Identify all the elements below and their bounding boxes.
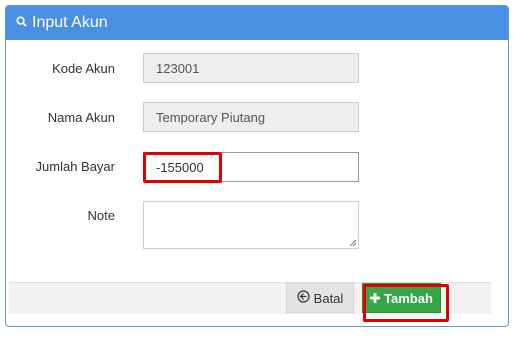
nama-akun-field: Temporary Piutang	[143, 102, 359, 132]
resize-grip-icon[interactable]	[349, 239, 356, 246]
kode-akun-label: Kode Akun	[52, 61, 115, 76]
input-akun-panel: Input Akun Kode Akun 123001 Nama Akun Te…	[5, 5, 509, 327]
jumlah-bayar-label: Jumlah Bayar	[35, 159, 115, 174]
nama-akun-label: Nama Akun	[47, 110, 115, 125]
tambah-button[interactable]: Tambah	[362, 283, 441, 313]
note-textarea[interactable]	[143, 201, 359, 249]
panel-title: Input Akun	[32, 14, 108, 31]
arrow-left-circle-icon	[297, 290, 314, 306]
tambah-label: Tambah	[384, 290, 433, 306]
batal-button[interactable]: Batal	[286, 283, 354, 313]
panel-header: Input Akun	[6, 6, 508, 40]
search-icon	[16, 14, 32, 32]
batal-label: Batal	[313, 290, 344, 306]
kode-akun-field: 123001	[143, 53, 359, 83]
note-label: Note	[87, 208, 115, 223]
plus-icon	[370, 291, 384, 306]
jumlah-bayar-input[interactable]	[143, 152, 359, 182]
